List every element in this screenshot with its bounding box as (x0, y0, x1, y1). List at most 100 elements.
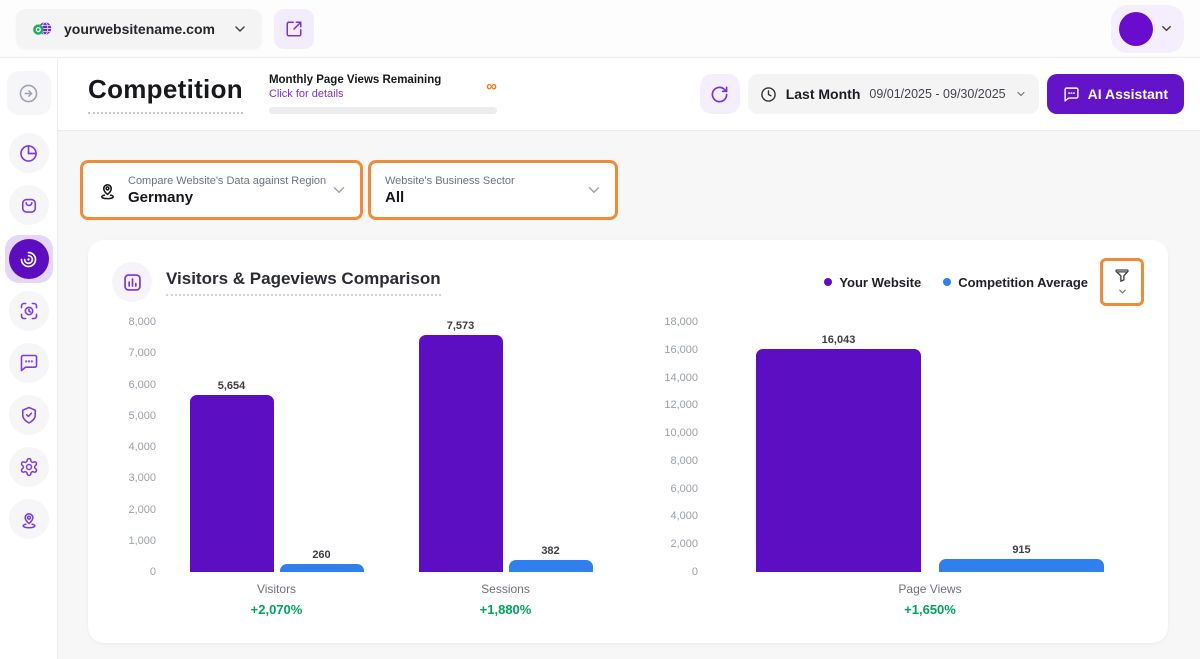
axis-tick-label: 0 (692, 565, 698, 579)
bar-competition-average (939, 559, 1104, 572)
sidebar-item-locations[interactable] (7, 497, 51, 541)
radar-icon (9, 239, 49, 279)
clock-icon (760, 86, 777, 103)
legend-item-your-website[interactable]: Your Website (824, 275, 921, 290)
bar-value-label: 16,043 (822, 334, 856, 347)
bar-value-label: 260 (312, 549, 330, 562)
ai-assistant-button[interactable]: AI Assistant (1047, 74, 1184, 114)
category-label: Page Views (728, 582, 1132, 596)
circle-arrow-right-icon (18, 83, 39, 104)
refresh-button[interactable] (700, 74, 740, 114)
sidebar-item-session-tracking[interactable] (7, 289, 51, 333)
date-range-picker[interactable]: Last Month 09/01/2025 - 09/30/2025 (748, 74, 1039, 114)
bar-competition-average (280, 564, 364, 572)
axis-tick-label: 5,000 (128, 409, 156, 423)
sidebar-item-expand[interactable] (7, 71, 51, 115)
bar-competition-average (509, 560, 593, 572)
change-percentage: +2,070% (162, 602, 391, 617)
map-pin-icon (9, 499, 49, 539)
infinity-icon: ∞ (486, 79, 497, 94)
comparison-filters: Compare Website's Data against Region Ge… (80, 160, 1168, 220)
axis-tick-label: 4,000 (670, 509, 698, 523)
category-label: Visitors (162, 582, 391, 596)
chart-legend: Your Website Competition Average (824, 275, 1088, 290)
chevron-down-icon (585, 181, 603, 199)
bar-value-label: 382 (541, 545, 559, 558)
axis-tick-label: 8,000 (128, 315, 156, 329)
site-favicon-icon (30, 17, 54, 41)
region-filter-dropdown[interactable]: Compare Website's Data against Region Ge… (80, 160, 363, 220)
period-label: Last Month (786, 86, 861, 102)
sidebar-item-settings[interactable] (7, 445, 51, 489)
region-filter-label: Compare Website's Data against Region (128, 175, 326, 187)
bar-your-website (190, 395, 274, 572)
period-range: 09/01/2025 - 09/30/2025 (869, 87, 1005, 101)
clock-scan-icon (9, 291, 49, 331)
category-label: Sessions (391, 582, 620, 596)
sidebar-item-dashboard[interactable] (7, 131, 51, 175)
refresh-icon (710, 85, 729, 104)
ai-assistant-label: AI Assistant (1088, 86, 1168, 102)
axis-tick-label: 14,000 (664, 371, 698, 385)
chart-panel: 01,0002,0003,0004,0005,0006,0007,0008,00… (112, 322, 620, 617)
chart-filter-button[interactable] (1100, 258, 1144, 306)
bar-your-website (756, 349, 921, 572)
bar-value-label: 7,573 (447, 320, 475, 333)
legend-dot (824, 278, 832, 286)
axis-tick-label: 1,000 (128, 534, 156, 548)
sector-filter-dropdown[interactable]: Website's Business Sector All (368, 160, 618, 220)
change-percentage: +1,650% (728, 602, 1132, 617)
sector-filter-label: Website's Business Sector (385, 175, 515, 187)
chat-icon (1063, 86, 1080, 103)
quota-progress-bar (269, 107, 497, 114)
axis-tick-label: 2,000 (128, 503, 156, 517)
chevron-down-icon (232, 21, 248, 37)
axis-tick-label: 6,000 (670, 482, 698, 496)
axis-tick-label: 8,000 (670, 454, 698, 468)
quota-label: Monthly Page Views Remaining (269, 74, 497, 86)
axis-tick-label: 4,000 (128, 440, 156, 454)
chart-area: 01,0002,0003,0004,0005,0006,0007,0008,00… (112, 322, 1144, 617)
change-percentage: +1,880% (391, 602, 620, 617)
axis-tick-label: 10,000 (664, 426, 698, 440)
legend-item-competition-average[interactable]: Competition Average (943, 275, 1088, 290)
quota-details-link[interactable]: Click for details (269, 88, 344, 100)
axis-tick-label: 6,000 (128, 378, 156, 392)
page-title: Competition (88, 74, 243, 114)
chart-group: 7,573 382 Sessions +1,880% (391, 322, 620, 617)
gear-icon (9, 447, 49, 487)
axis-tick-label: 0 (150, 565, 156, 579)
y-axis: 02,0004,0006,0008,00010,00012,00014,0001… (644, 322, 704, 572)
axis-tick-label: 16,000 (664, 343, 698, 357)
shopping-bag-icon (9, 185, 49, 225)
pageviews-quota: Monthly Page Views Remaining Click for d… (269, 74, 497, 114)
bar-value-label: 915 (1012, 544, 1030, 557)
comparison-chart-card: Visitors & Pageviews Comparison Your Web… (88, 240, 1168, 643)
chevron-down-icon (1117, 286, 1128, 297)
domain-selector[interactable]: yourwebsitename.com (16, 9, 262, 49)
funnel-icon (1113, 267, 1131, 285)
sidebar-item-privacy[interactable] (7, 393, 51, 437)
chart-title: Visitors & Pageviews Comparison (166, 269, 441, 296)
chart-group: 5,654260Visitors+2,070% (162, 322, 391, 617)
axis-tick-label: 3,000 (128, 471, 156, 485)
axis-tick-label: 12,000 (664, 398, 698, 412)
domain-label: yourwebsitename.com (64, 21, 215, 37)
sector-filter-value: All (385, 189, 515, 206)
chevron-down-icon (1015, 88, 1027, 100)
region-filter-value: Germany (128, 189, 326, 206)
open-website-button[interactable] (274, 9, 314, 49)
sidebar (0, 58, 58, 659)
chevron-down-icon (330, 181, 348, 199)
avatar (1119, 12, 1153, 46)
sidebar-item-feedback[interactable] (7, 341, 51, 385)
chevron-down-icon (1159, 21, 1174, 36)
account-menu[interactable] (1111, 5, 1184, 53)
chart-panel: 02,0004,0006,0008,00010,00012,00014,0001… (620, 322, 1132, 617)
shield-check-icon (9, 395, 49, 435)
sidebar-item-ecommerce[interactable] (7, 183, 51, 227)
pie-chart-icon (9, 133, 49, 173)
sidebar-item-competition[interactable] (5, 235, 53, 283)
map-pin-icon (97, 180, 118, 201)
y-axis: 01,0002,0003,0004,0005,0006,0007,0008,00… (112, 322, 162, 572)
